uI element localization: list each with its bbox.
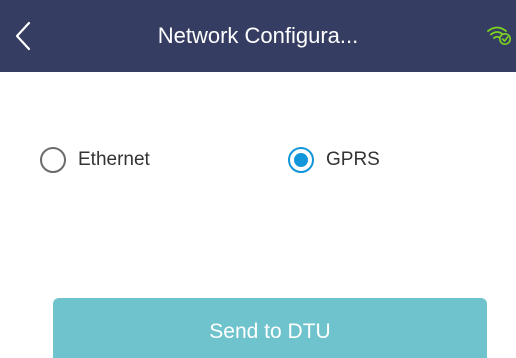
radio-option-ethernet[interactable]: Ethernet bbox=[40, 144, 150, 176]
radio-button-gprs[interactable] bbox=[288, 147, 314, 173]
radio-option-gprs[interactable]: GPRS bbox=[288, 144, 380, 176]
radio-button-ethernet[interactable] bbox=[40, 147, 66, 173]
back-button[interactable] bbox=[8, 18, 38, 54]
chevron-left-icon bbox=[15, 21, 31, 51]
radio-selected-dot bbox=[294, 153, 308, 167]
radio-label-gprs: GPRS bbox=[326, 149, 380, 170]
send-to-dtu-button[interactable]: Send to DTU bbox=[53, 298, 487, 358]
wifi-connected-icon bbox=[486, 24, 512, 46]
app-bar: Network Configura... bbox=[0, 0, 516, 72]
network-configuration-screen: Network Configura... Ethernet GPRS Send … bbox=[0, 0, 516, 358]
radio-label-ethernet: Ethernet bbox=[78, 149, 150, 170]
page-title: Network Configura... bbox=[157, 23, 359, 48]
